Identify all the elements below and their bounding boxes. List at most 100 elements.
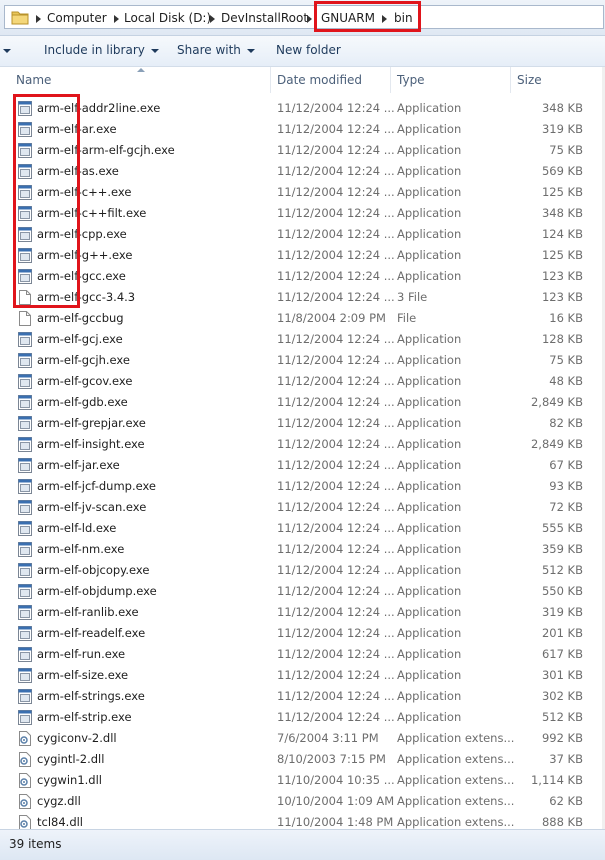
chevron-right-icon[interactable] (210, 15, 215, 23)
file-date-modified: 11/12/2004 12:24 ... (277, 647, 395, 661)
file-type: Application (397, 605, 462, 619)
file-date-modified: 11/12/2004 12:24 ... (277, 479, 395, 493)
file-row[interactable]: arm-elf-gdb.exe 11/12/2004 12:24 ... Appli… (0, 392, 605, 413)
file-row[interactable]: arm-elf-g++.exe 11/12/2004 12:24 ... Appli… (0, 245, 605, 266)
file-date-modified: 11/12/2004 12:24 ... (277, 143, 395, 157)
file-row[interactable]: arm-elf-objcopy.exe 11/12/2004 12:24 ... A… (0, 560, 605, 581)
dll-gear-icon (19, 815, 31, 830)
file-size: 348 KB (541, 206, 583, 220)
file-row[interactable]: arm-elf-run.exe 11/12/2004 12:24 ... Appli… (0, 644, 605, 665)
file-row[interactable]: arm-elf-addr2line.exe 11/12/2004 12:24 ..… (0, 98, 605, 119)
file-date-modified: 11/8/2004 2:09 PM (277, 311, 386, 325)
address-field[interactable]: Computer Local Disk (D:) DevInstallRoot … (4, 5, 604, 29)
file-type: File (397, 311, 417, 325)
chevron-right-icon[interactable] (36, 15, 41, 23)
application-icon (18, 332, 32, 347)
column-divider[interactable] (270, 67, 271, 93)
file-type: Application (397, 500, 462, 514)
file-name: arm-elf-jar.exe (37, 458, 120, 472)
file-row[interactable]: cygwin1.dll 11/10/2004 10:35 ... Applicati… (0, 770, 605, 791)
file-type: Application (397, 248, 462, 262)
file-row[interactable]: arm-elf-jar.exe 11/12/2004 12:24 ... Appli… (0, 455, 605, 476)
chevron-down-icon[interactable] (3, 49, 11, 53)
breadcrumb-devinstallroot[interactable]: DevInstallRoot (221, 11, 308, 25)
file-name: arm-elf-jcf-dump.exe (37, 479, 156, 493)
column-name[interactable]: Name (16, 73, 51, 87)
file-row[interactable]: arm-elf-ld.exe 11/12/2004 12:24 ... Applic… (0, 518, 605, 539)
include-in-library-button[interactable]: Include in library (44, 43, 159, 57)
file-date-modified: 11/12/2004 12:24 ... (277, 500, 395, 514)
application-icon (18, 584, 32, 599)
file-row[interactable]: arm-elf-size.exe 11/12/2004 12:24 ... Appl… (0, 665, 605, 686)
path-highlight-box (314, 1, 421, 32)
file-type: Application (397, 416, 462, 430)
file-row[interactable]: arm-elf-objdump.exe 11/12/2004 12:24 ... A… (0, 581, 605, 602)
new-folder-button[interactable]: New folder (276, 43, 341, 57)
file-name: tcl84.dll (37, 815, 84, 829)
file-type: Application extens... (397, 731, 515, 745)
file-size: 550 KB (541, 584, 583, 598)
column-size[interactable]: Size (517, 73, 542, 87)
file-name: cygiconv-2.dll (37, 731, 117, 745)
file-date-modified: 11/12/2004 12:24 ... (277, 521, 395, 535)
file-row[interactable]: cygintl-2.dll 8/10/2003 7:15 PM Applicatio… (0, 749, 605, 770)
share-with-button[interactable]: Share with (177, 43, 255, 57)
column-divider[interactable] (390, 67, 391, 93)
file-row[interactable]: arm-elf-grepjar.exe 11/12/2004 12:24 ... A… (0, 413, 605, 434)
file-row[interactable]: arm-elf-strip.exe 11/12/2004 12:24 ... App… (0, 707, 605, 728)
file-row[interactable]: arm-elf-as.exe 11/12/2004 12:24 ... Applic… (0, 161, 605, 182)
file-type: Application (397, 101, 462, 115)
file-row[interactable]: arm-elf-jcf-dump.exe 11/12/2004 12:24 ...… (0, 476, 605, 497)
file-row[interactable]: arm-elf-c++filt.exe 11/12/2004 12:24 ... A… (0, 203, 605, 224)
file-row[interactable]: arm-elf-gcc-3.4.3 11/12/2004 12:24 ... 3 F… (0, 287, 605, 308)
application-icon (18, 710, 32, 725)
file-row[interactable]: arm-elf-ranlib.exe 11/12/2004 12:24 ... Ap… (0, 602, 605, 623)
file-row[interactable]: arm-elf-gcc.exe 11/12/2004 12:24 ... Appli… (0, 266, 605, 287)
file-row[interactable]: arm-elf-cpp.exe 11/12/2004 12:24 ... Appli… (0, 224, 605, 245)
file-row[interactable]: arm-elf-gcov.exe 11/12/2004 12:24 ... Appl… (0, 371, 605, 392)
application-icon (18, 647, 32, 662)
file-date-modified: 11/12/2004 12:24 ... (277, 710, 395, 724)
file-type: 3 File (397, 290, 428, 304)
chevron-right-icon[interactable] (307, 15, 312, 23)
file-date-modified: 8/10/2003 7:15 PM (277, 752, 386, 766)
file-row[interactable]: arm-elf-ar.exe 11/12/2004 12:24 ... Applic… (0, 119, 605, 140)
file-row[interactable]: arm-elf-gccbug 11/8/2004 2:09 PM File 16 KB (0, 308, 605, 329)
file-date-modified: 11/12/2004 12:24 ... (277, 584, 395, 598)
file-name: arm-elf-strip.exe (37, 710, 132, 724)
file-type: Application (397, 164, 462, 178)
file-row[interactable]: arm-elf-strings.exe 11/12/2004 12:24 ... A… (0, 686, 605, 707)
breadcrumb-computer[interactable]: Computer (47, 11, 107, 25)
file-type: Application (397, 647, 462, 661)
file-row[interactable]: arm-elf-jv-scan.exe 11/12/2004 12:24 ... A… (0, 497, 605, 518)
column-date-modified[interactable]: Date modified (277, 73, 362, 87)
file-date-modified: 11/12/2004 12:24 ... (277, 542, 395, 556)
column-divider[interactable] (510, 67, 511, 93)
dll-gear-icon (19, 731, 31, 746)
file-row[interactable]: arm-elf-arm-elf-gcjh.exe 11/12/2004 12:24… (0, 140, 605, 161)
file-date-modified: 11/12/2004 12:24 ... (277, 122, 395, 136)
file-size: 617 KB (541, 647, 583, 661)
file-date-modified: 11/12/2004 12:24 ... (277, 248, 395, 262)
file-row[interactable]: cygiconv-2.dll 7/6/2004 3:11 PM Applicatio… (0, 728, 605, 749)
file-row[interactable]: arm-elf-gcjh.exe 11/12/2004 12:24 ... Appl… (0, 350, 605, 371)
file-name: cygintl-2.dll (37, 752, 105, 766)
file-name: arm-elf-ld.exe (37, 521, 117, 535)
file-row[interactable]: arm-elf-nm.exe 11/12/2004 12:24 ... Applic… (0, 539, 605, 560)
file-size: 201 KB (541, 626, 583, 640)
dll-gear-icon (19, 773, 31, 788)
dll-gear-icon (19, 752, 31, 767)
file-row[interactable]: arm-elf-insight.exe 11/12/2004 12:24 ... A… (0, 434, 605, 455)
file-row[interactable]: arm-elf-c++.exe 11/12/2004 12:24 ... Appli… (0, 182, 605, 203)
breadcrumb-local-disk[interactable]: Local Disk (D:) (124, 11, 211, 25)
file-row[interactable]: cygz.dll 10/10/2004 1:09 AM Application ex… (0, 791, 605, 812)
file-date-modified: 11/12/2004 12:24 ... (277, 353, 395, 367)
file-size: 301 KB (541, 668, 583, 682)
chevron-right-icon[interactable] (114, 15, 119, 23)
column-type[interactable]: Type (397, 73, 425, 87)
file-row[interactable]: arm-elf-gcj.exe 11/12/2004 12:24 ... Appli… (0, 329, 605, 350)
file-row[interactable]: arm-elf-readelf.exe 11/12/2004 12:24 ... A… (0, 623, 605, 644)
chevron-down-icon (150, 48, 159, 53)
application-icon (18, 374, 32, 389)
file-type: Application (397, 332, 462, 346)
